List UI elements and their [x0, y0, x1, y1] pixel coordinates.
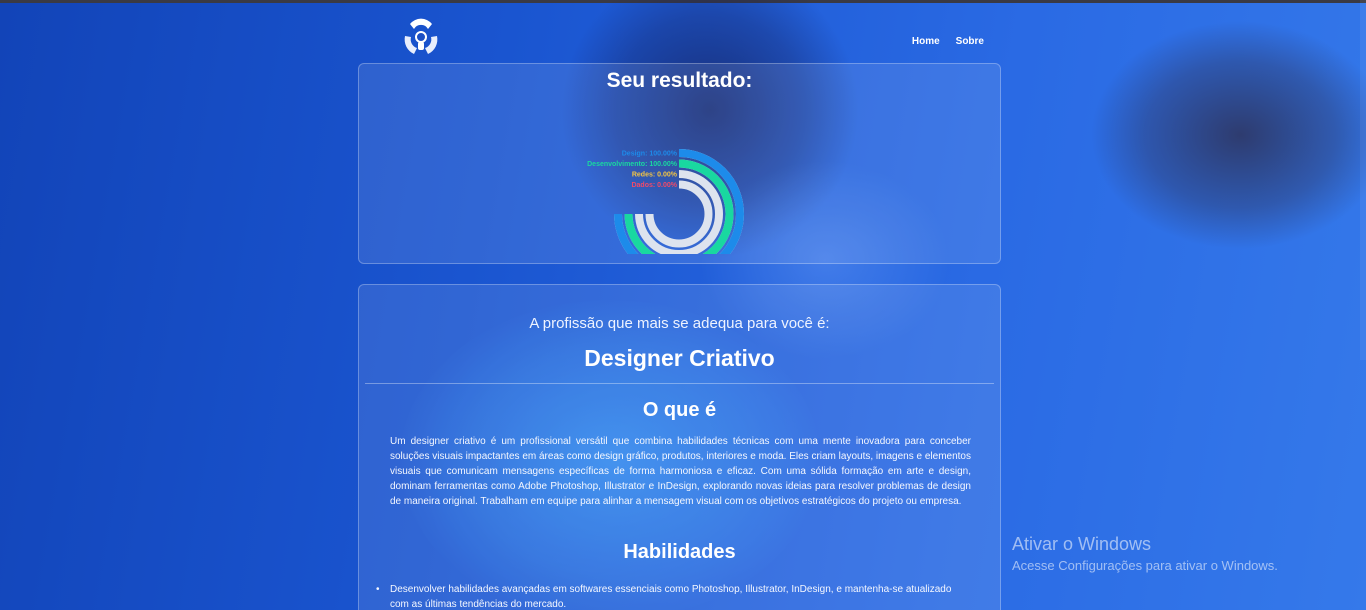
logo-link[interactable]: [400, 16, 442, 58]
nav-home-link[interactable]: Home: [912, 36, 940, 47]
skill-item: Desenvolver habilidades avançadas em sof…: [376, 582, 971, 610]
chart-label-redes: Redes: 0.00%: [632, 172, 678, 179]
nav-about-link[interactable]: Sobre: [956, 36, 984, 47]
result-title: Seu resultado:: [606, 69, 753, 92]
windows-activation-watermark: Ativar o Windows Acesse Configurações pa…: [1012, 534, 1278, 573]
section-title-skills: Habilidades: [623, 541, 736, 563]
profession-card: A profissão que mais se adequa para você…: [358, 284, 1001, 610]
nav-links: Home Sobre: [912, 36, 984, 47]
divider: [365, 383, 994, 384]
team-logo-icon: [404, 18, 438, 54]
profession-description: Um designer criativo é um profissional v…: [390, 436, 971, 507]
profession-name: Designer Criativo: [584, 345, 775, 371]
chart-label-design: Design: 100.00%: [622, 151, 678, 158]
section-title-what: O que é: [642, 399, 717, 421]
watermark-title: Ativar o Windows: [1012, 534, 1152, 554]
watermark-subtitle: Acesse Configurações para ativar o Windo…: [1012, 558, 1278, 573]
chart-label-dados: Dados: 0.00%: [631, 182, 677, 189]
result-card: Seu resultado: Design: 100.00% Desenvolvi…: [358, 63, 1001, 264]
chart-label-desenvolvimento: Desenvolvimento: 100.00%: [587, 161, 678, 168]
skills-list: Desenvolver habilidades avançadas em sof…: [376, 582, 971, 610]
profession-intro: A profissão que mais se adequa para você…: [529, 315, 830, 332]
radial-bar-chart: Design: 100.00% Desenvolvimento: 100.00% R…: [587, 149, 744, 254]
chart-track-dados: [645, 180, 713, 248]
navbar: Home Sobre: [358, 14, 1000, 62]
scrollbar[interactable]: [1360, 0, 1366, 360]
background-glow: [1090, 20, 1366, 250]
